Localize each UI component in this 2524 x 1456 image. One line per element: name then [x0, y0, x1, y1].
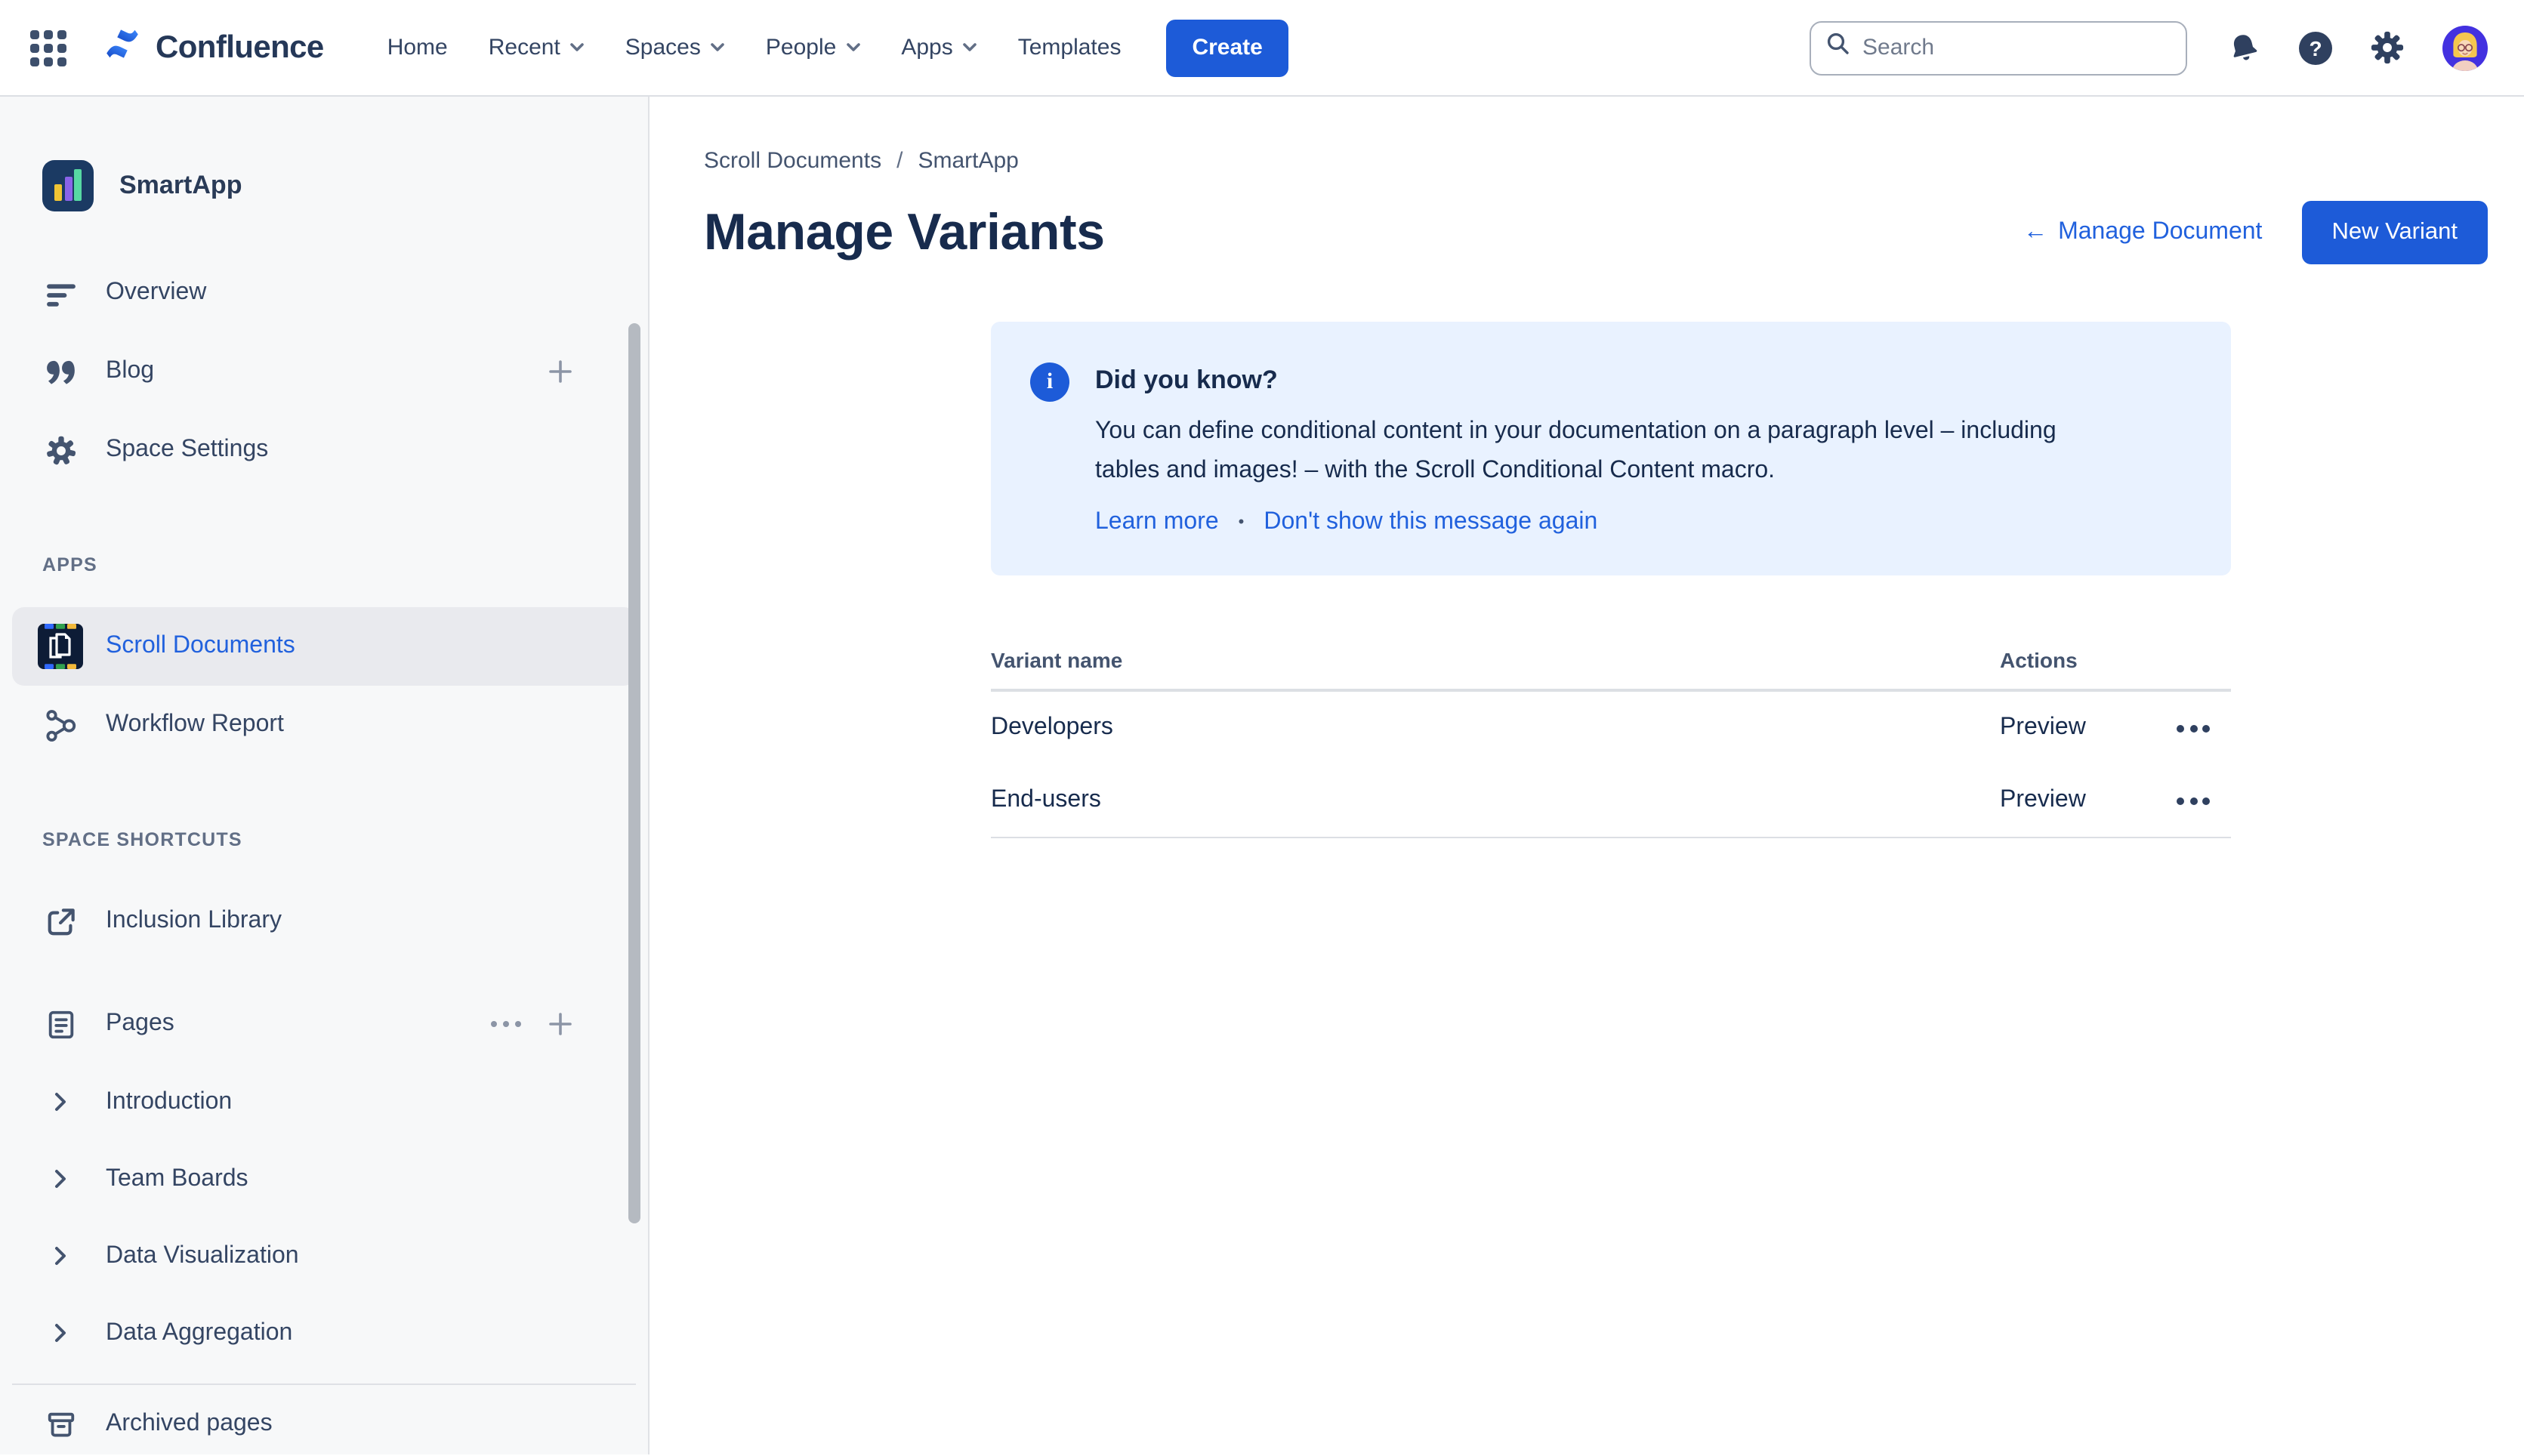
- confluence-logo-icon: [103, 24, 142, 71]
- chevron-down-icon: [569, 42, 585, 53]
- variants-table: Variant name Actions Developers Preview …: [991, 648, 2231, 838]
- sidebar-scrollbar[interactable]: [628, 323, 640, 1223]
- chevron-right-icon[interactable]: [42, 1169, 79, 1189]
- sidebar-item-pages[interactable]: Pages: [0, 985, 648, 1063]
- chevron-right-icon[interactable]: [42, 1092, 79, 1112]
- overview-icon: [42, 277, 79, 309]
- confluence-logo[interactable]: Confluence: [103, 24, 324, 71]
- chevron-down-icon: [710, 42, 725, 53]
- space-avatar-icon: [42, 160, 94, 211]
- table-header-row: Variant name Actions: [991, 648, 2231, 692]
- topnav-icon-cluster: [2226, 25, 2488, 70]
- nav-home[interactable]: Home: [387, 35, 448, 60]
- primary-nav: Home Recent Spaces People: [387, 35, 1122, 60]
- sidebar-item-inclusion-library[interactable]: Inclusion Library: [0, 882, 648, 961]
- pages-more-actions-icon[interactable]: [490, 1021, 521, 1028]
- search-input[interactable]: [1862, 35, 2171, 60]
- add-blog-icon[interactable]: [548, 359, 572, 384]
- table-row: Developers Preview: [991, 692, 2231, 764]
- workflow-icon: [42, 708, 79, 742]
- chevron-right-icon[interactable]: [42, 1323, 79, 1343]
- notifications-bell-icon[interactable]: [2226, 30, 2261, 65]
- did-you-know-panel: Did you know? You can define conditional…: [991, 322, 2231, 575]
- info-panel-title: Did you know?: [1095, 366, 2084, 396]
- sidebar-item-scroll-documents[interactable]: Scroll Documents: [12, 607, 636, 686]
- help-icon[interactable]: [2299, 31, 2332, 64]
- scroll-documents-app-icon: [42, 624, 79, 669]
- app-window: Confluence Home Recent Spaces People: [0, 0, 2524, 1456]
- space-header[interactable]: SmartApp: [0, 142, 648, 230]
- nav-spaces[interactable]: Spaces: [625, 35, 725, 60]
- row-more-actions-icon[interactable]: [2177, 797, 2231, 804]
- space-name: SmartApp: [119, 171, 242, 201]
- archive-box-icon: [42, 1408, 79, 1440]
- info-icon: [1030, 362, 1069, 402]
- nav-apps[interactable]: Apps: [901, 35, 977, 60]
- main-content: Scroll Documents / SmartApp Manage Varia…: [650, 97, 2524, 1454]
- space-settings-gear-icon: [42, 434, 79, 466]
- chevron-down-icon: [962, 42, 977, 53]
- actions-column-header: Actions: [2000, 648, 2231, 672]
- variant-name-column-header: Variant name: [991, 648, 2000, 672]
- dismiss-message-link[interactable]: Don't show this message again: [1264, 509, 1597, 536]
- sidebar-item-space-settings[interactable]: Space Settings: [0, 411, 648, 489]
- breadcrumb: Scroll Documents / SmartApp: [704, 148, 2488, 174]
- page-item-data-visualization[interactable]: Data Visualization: [0, 1217, 648, 1294]
- chevron-down-icon: [845, 42, 860, 53]
- variant-name: Developers: [991, 714, 2000, 742]
- variant-name: End-users: [991, 787, 2000, 814]
- nav-recent[interactable]: Recent: [489, 35, 585, 60]
- app-switcher-icon[interactable]: [30, 29, 66, 66]
- nav-templates[interactable]: Templates: [1018, 35, 1122, 60]
- sidebar-item-overview[interactable]: Overview: [0, 254, 648, 332]
- new-variant-button[interactable]: New Variant: [2301, 201, 2488, 264]
- sidebar-item-workflow-report[interactable]: Workflow Report: [0, 686, 648, 764]
- search-icon: [1826, 32, 1850, 63]
- blog-quote-icon: [42, 356, 79, 387]
- link-separator-dot: •: [1239, 514, 1245, 532]
- breadcrumb-smartapp[interactable]: SmartApp: [918, 148, 1018, 174]
- external-link-icon: [42, 905, 79, 937]
- pages-document-icon: [42, 1008, 79, 1040]
- page-item-team-boards[interactable]: Team Boards: [0, 1140, 648, 1217]
- page-item-introduction[interactable]: Introduction: [0, 1063, 648, 1140]
- learn-more-link[interactable]: Learn more: [1095, 509, 1219, 536]
- create-button[interactable]: Create: [1166, 19, 1288, 76]
- manage-document-link[interactable]: ← Manage Document: [2023, 219, 2262, 246]
- page-title: Manage Variants: [704, 203, 1105, 262]
- apps-section-label: APPS: [0, 541, 648, 589]
- row-more-actions-icon[interactable]: [2177, 724, 2231, 732]
- page-header: Manage Variants ← Manage Document New Va…: [704, 201, 2488, 264]
- product-name: Confluence: [156, 29, 324, 66]
- breadcrumb-scroll-documents[interactable]: Scroll Documents: [704, 148, 881, 174]
- back-arrow-icon: ←: [2023, 219, 2047, 246]
- nav-people[interactable]: People: [766, 35, 860, 60]
- sidebar-item-blog[interactable]: Blog: [0, 332, 648, 411]
- add-page-icon[interactable]: [548, 1012, 572, 1036]
- table-row: End-users Preview: [991, 764, 2231, 838]
- sidebar-item-archived-pages[interactable]: Archived pages: [0, 1385, 648, 1454]
- chevron-right-icon[interactable]: [42, 1246, 79, 1266]
- breadcrumb-separator: /: [896, 148, 903, 174]
- shortcuts-section-label: SPACE SHORTCUTS: [0, 816, 648, 864]
- top-navigation-bar: Confluence Home Recent Spaces People: [0, 0, 2524, 97]
- preview-link[interactable]: Preview: [2000, 787, 2086, 814]
- preview-link[interactable]: Preview: [2000, 714, 2086, 742]
- user-avatar[interactable]: [2442, 25, 2488, 70]
- search-input-container[interactable]: [1810, 20, 2187, 75]
- settings-gear-icon[interactable]: [2370, 30, 2405, 65]
- info-panel-body: You can define conditional content in yo…: [1095, 412, 2084, 491]
- page-item-data-aggregation[interactable]: Data Aggregation: [0, 1294, 648, 1371]
- space-sidebar: SmartApp Overview: [0, 97, 650, 1454]
